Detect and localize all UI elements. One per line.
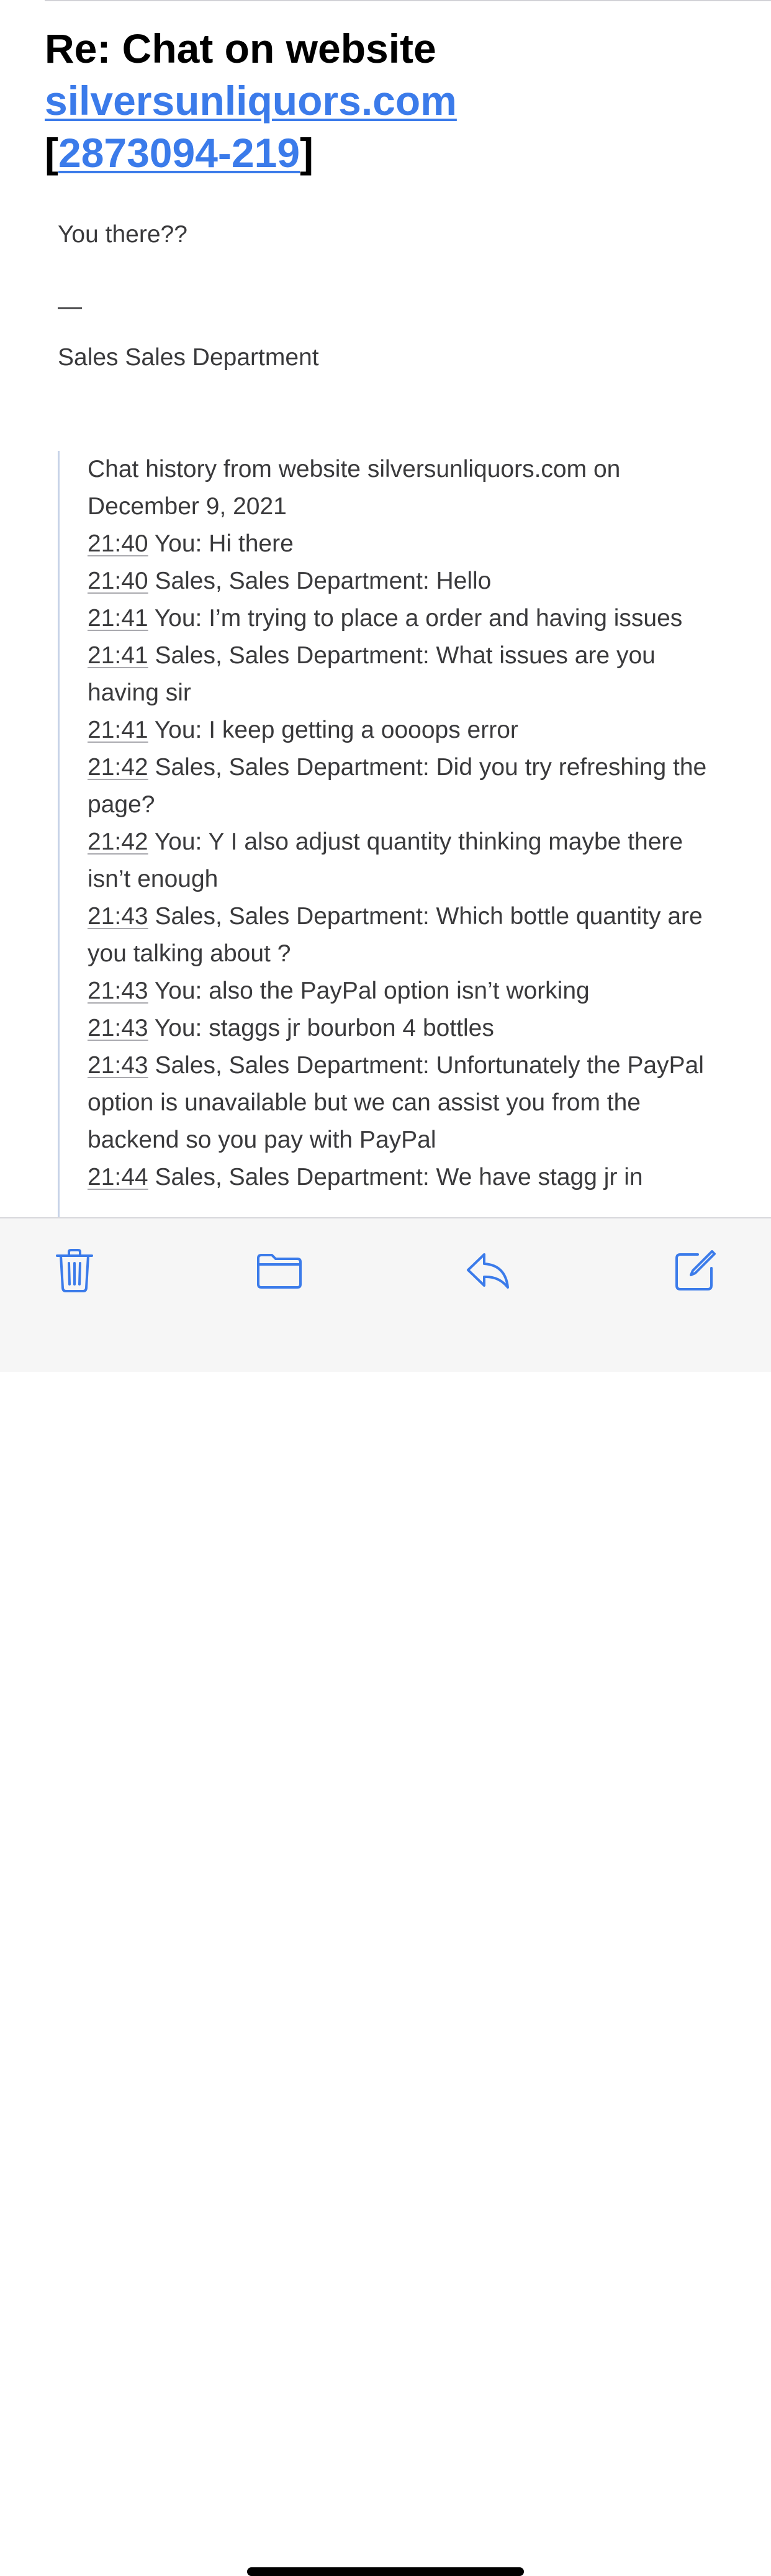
chat-timestamp-link[interactable]: 21:40 [88, 530, 148, 557]
chat-message: 21:43 Sales, Sales Department: Unfortuna… [88, 1047, 716, 1159]
chat-message: 21:43 You: also the PayPal option isn’t … [88, 973, 716, 1010]
compose-button[interactable] [669, 1245, 721, 1297]
trash-icon [56, 1249, 93, 1292]
chat-message-text: Sales, Sales Department: Did you try ref… [88, 754, 707, 818]
chat-timestamp-link[interactable]: 21:41 [88, 717, 148, 743]
chat-message-text: Sales, Sales Department: Unfortunately t… [88, 1052, 704, 1153]
folder-icon [257, 1254, 302, 1289]
chat-timestamp-link[interactable]: 21:41 [88, 642, 148, 669]
chat-message-text: Sales, Sales Department: We have stagg j… [148, 1164, 643, 1190]
chat-timestamp-link[interactable]: 21:43 [88, 1015, 148, 1041]
chat-timestamp-link[interactable]: 21:41 [88, 605, 148, 632]
header-divider [45, 0, 771, 1]
chat-timestamp-link[interactable]: 21:40 [88, 568, 148, 594]
move-to-folder-button[interactable] [253, 1245, 305, 1297]
chat-message-text: You: I’m trying to place a order and hav… [148, 605, 683, 632]
chat-message: 21:40 Sales, Sales Department: Hello [88, 563, 716, 600]
signature: Sales Sales Department [58, 344, 319, 371]
chat-timestamp-link[interactable]: 21:43 [88, 1052, 148, 1079]
chat-timestamp-link[interactable]: 21:42 [88, 754, 148, 781]
chat-message: 21:41 You: I keep getting a oooops error [88, 712, 716, 749]
chat-message: 21:43 You: staggs jr bourbon 4 bottles [88, 1010, 716, 1047]
chat-timestamp-link[interactable]: 21:42 [88, 828, 148, 855]
chat-message: 21:42 Sales, Sales Department: Did you t… [88, 749, 716, 823]
ticket-number-link[interactable]: 2873094-219 [58, 130, 300, 176]
chat-timestamp-link[interactable]: 21:43 [88, 977, 148, 1004]
subject-text: Re: Chat on website [45, 25, 436, 71]
home-indicator[interactable] [247, 2567, 524, 2576]
chat-message-text: You: I keep getting a oooops error [148, 717, 518, 743]
chat-message-text: You: also the PayPal option isn’t workin… [148, 977, 590, 1004]
chat-history-header: Chat history from website silversunliquo… [88, 456, 621, 520]
bracket-open: [ [45, 130, 58, 176]
bottom-toolbar [0, 1217, 771, 2576]
bracket-close: ] [300, 130, 314, 176]
chat-timestamp-link[interactable]: 21:44 [88, 1164, 148, 1190]
chat-message-text: Sales, Sales Department: Which bottle qu… [88, 903, 703, 967]
chat-message-text: You: staggs jr bourbon 4 bottles [148, 1015, 494, 1041]
chat-message-text: Sales, Sales Department: Hello [148, 568, 492, 594]
chat-message: 21:40 You: Hi there [88, 525, 716, 563]
chat-message-text: You: Y I also adjust quantity thinking m… [88, 828, 683, 892]
chat-message: 21:44 Sales, Sales Department: We have s… [88, 1159, 716, 1196]
chat-message-text: You: Hi there [148, 530, 294, 557]
chat-message: 21:42 You: Y I also adjust quantity thin… [88, 823, 716, 898]
reply-icon [467, 1253, 509, 1289]
message-greeting: You there?? [58, 221, 187, 248]
chat-message: 21:43 Sales, Sales Department: Which bot… [88, 898, 716, 973]
quoted-chat-history: Chat history from website silversunliquo… [58, 451, 716, 1258]
chat-message: 21:41 Sales, Sales Department: What issu… [88, 637, 716, 712]
chat-transcript: Chat history from website silversunliquo… [88, 451, 716, 1196]
signature-separator: — [58, 293, 82, 320]
chat-message-text: Sales, Sales Department: What issues are… [88, 642, 656, 706]
reply-button[interactable] [462, 1245, 514, 1297]
chat-timestamp-link[interactable]: 21:43 [88, 903, 148, 930]
chat-message: 21:41 You: I’m trying to place a order a… [88, 600, 716, 637]
website-link[interactable]: silversunliquors.com [45, 78, 457, 124]
email-subject: Re: Chat on website silversunliquors.com… [45, 22, 728, 179]
trash-button[interactable] [48, 1245, 101, 1297]
compose-icon [675, 1250, 716, 1290]
